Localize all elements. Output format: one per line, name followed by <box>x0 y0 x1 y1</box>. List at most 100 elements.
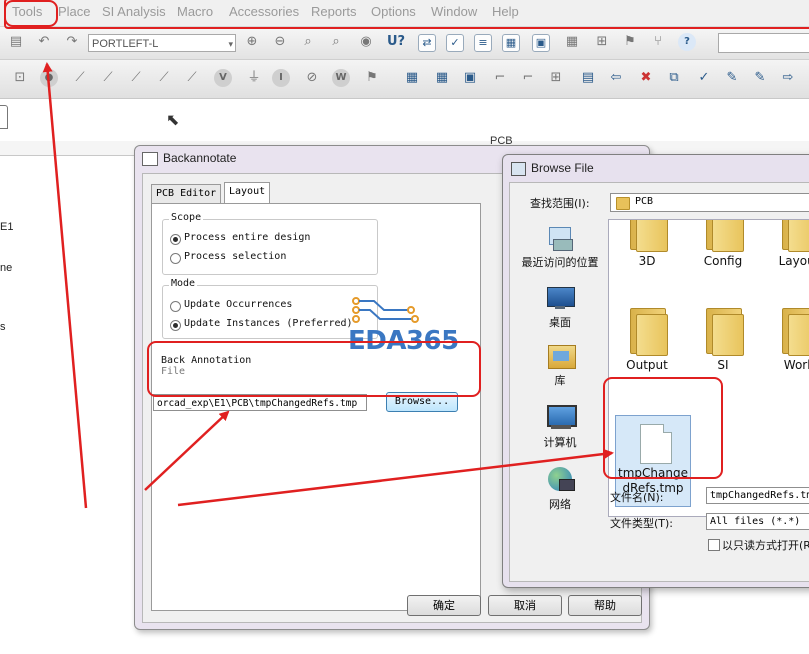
no-connect-icon[interactable]: ⊘ <box>302 68 322 88</box>
folder-item[interactable]: Layout <box>761 220 809 268</box>
folder-item[interactable]: Config <box>685 220 761 268</box>
check-icon[interactable]: ✓ <box>694 68 714 88</box>
snap-icon[interactable]: ⊞ <box>592 32 612 52</box>
desktop-icon <box>545 283 575 311</box>
radio-update-occurrences[interactable] <box>170 301 181 312</box>
folder-name: Output <box>626 358 668 372</box>
place-label: 库 <box>554 374 566 387</box>
net-alias-icon[interactable]: ⟋ <box>126 68 146 88</box>
place-libraries[interactable]: 库 <box>514 341 606 388</box>
entire-design-label: Process entire design <box>184 232 311 243</box>
cancel-button[interactable]: 取消 <box>488 595 562 616</box>
report-icon[interactable]: ≡ <box>474 34 492 52</box>
folder-item[interactable]: Output <box>609 304 685 372</box>
update-instances-label: Update Instances (Preferred) <box>184 318 353 329</box>
folder-name: Config <box>703 254 743 268</box>
bus-entry-icon[interactable]: ⟋ <box>182 68 202 88</box>
place-w-icon[interactable]: W <box>332 69 350 87</box>
grid-icon[interactable]: ▦ <box>562 32 582 52</box>
pcb-edit-icon[interactable]: ▣ <box>460 68 480 88</box>
flag-icon[interactable]: ⚑ <box>620 32 640 52</box>
edit-icon[interactable]: ✎ <box>722 68 742 88</box>
dialog-title: Browse File <box>531 161 594 175</box>
bus-icon[interactable]: ⟋ <box>98 68 118 88</box>
place-desktop[interactable]: 桌面 <box>514 283 606 330</box>
netlist-icon[interactable]: ⇄ <box>418 34 436 52</box>
tree-item[interactable]: ne <box>0 262 12 274</box>
radio-update-instances[interactable] <box>170 320 181 331</box>
zoom-out-icon[interactable]: ⊖ <box>270 32 290 52</box>
undo-icon[interactable]: ↶ <box>34 32 54 52</box>
place-label: 桌面 <box>549 316 571 329</box>
part-combo[interactable]: PORTLEFT-L ▾ <box>88 34 236 52</box>
place-vcc-icon[interactable]: V <box>214 69 232 87</box>
recent-places-icon <box>545 223 575 251</box>
pcb-icon[interactable]: ▦ <box>402 68 422 88</box>
folder-item[interactable]: Work <box>761 304 809 372</box>
window-icon <box>142 152 158 166</box>
folder-icon <box>702 220 744 252</box>
file-type-select[interactable]: All files (*.*) <box>706 513 809 530</box>
folder-icon <box>616 197 630 210</box>
off-page-icon[interactable]: ⚑ <box>362 68 382 88</box>
dialog-title: Backannotate <box>163 151 237 165</box>
cross-ref-icon[interactable]: ▣ <box>532 34 550 52</box>
layout-icon[interactable]: ⌐ <box>518 68 538 88</box>
export-icon[interactable]: ▤ <box>578 68 598 88</box>
ok-button[interactable]: 确定 <box>407 595 481 616</box>
copy-icon[interactable]: ⧉ <box>664 68 684 88</box>
place-computer[interactable]: 计算机 <box>514 403 606 450</box>
mode-group: Mode Update Occurrences Update Instances… <box>162 278 378 339</box>
folder-icon <box>626 220 668 252</box>
plot-icon[interactable]: ⊞ <box>546 68 566 88</box>
radio-entire-design[interactable] <box>170 234 181 245</box>
clipboard-icon[interactable]: ▤ <box>6 32 26 52</box>
place-part-icon[interactable]: ⊡ <box>10 68 30 88</box>
look-in-label: 查找范围(I): <box>530 197 590 210</box>
next-icon[interactable]: ⇨ <box>778 68 798 88</box>
hierarchy-icon[interactable]: ⑂ <box>648 32 668 52</box>
pcb-update-icon[interactable]: ▦ <box>432 68 452 88</box>
zoom-in-icon[interactable]: ⊕ <box>242 32 262 52</box>
file-name-input[interactable]: tmpChangedRefs.tmp <box>706 487 809 504</box>
zoom-area-icon[interactable]: ⌕ <box>298 32 318 52</box>
readonly-checkbox[interactable] <box>708 539 720 551</box>
chevron-down-icon: ▾ <box>228 39 233 49</box>
bom-icon[interactable]: ▦ <box>502 34 520 52</box>
place-network[interactable]: 网络 <box>514 465 606 512</box>
ground-icon[interactable]: ⏚ <box>244 68 264 88</box>
radio-selection[interactable] <box>170 253 181 264</box>
update-occurrences-label: Update Occurrences <box>184 299 293 310</box>
wire-view-icon[interactable]: ⌐ <box>490 68 510 88</box>
folder-item[interactable]: 3D <box>609 220 685 268</box>
folder-item[interactable]: SI <box>685 304 761 372</box>
note-icon[interactable]: ✎ <box>750 68 770 88</box>
tab-pcb-editor[interactable]: PCB Editor <box>151 184 222 203</box>
help-button[interactable]: 帮助 <box>568 595 642 616</box>
readonly-label: 以只读方式打开(R) <box>722 539 809 552</box>
look-in-select[interactable]: PCB <box>610 193 809 212</box>
drc-icon[interactable]: U? <box>386 32 406 52</box>
scope-group: Scope Process entire design Process sele… <box>162 212 378 275</box>
toolbar-search-input[interactable] <box>718 33 809 53</box>
toolbar-draw: ⊡ ● ⟋ ⟋ ⟋ ⟋ ⟋ V ⏚ I ⊘ W ⚑ ▦ ▦ ▣ ⌐ ⌐ ⊞ ▤ … <box>0 60 809 99</box>
tab-layout[interactable]: Layout <box>224 182 271 204</box>
folder-icon <box>778 220 809 252</box>
document-tab[interactable] <box>0 105 8 129</box>
place-port-icon[interactable]: I <box>272 69 290 87</box>
tree-item[interactable]: E1 <box>0 221 13 233</box>
import-icon[interactable]: ⇦ <box>606 68 626 88</box>
cart-icon[interactable]: ✖ <box>636 68 656 88</box>
libraries-icon <box>545 341 576 369</box>
redo-icon[interactable]: ↷ <box>62 32 82 52</box>
wire-icon[interactable]: ⟋ <box>70 68 90 88</box>
junction-icon[interactable]: ⟋ <box>154 68 174 88</box>
help-icon[interactable]: ? <box>678 33 696 51</box>
place-recent[interactable]: 最近访问的位置 <box>514 223 606 270</box>
annotate-icon[interactable]: ✓ <box>446 34 464 52</box>
folder-icon <box>626 304 668 356</box>
tree-item[interactable]: s <box>0 321 6 333</box>
place-power-icon[interactable]: ● <box>40 69 58 87</box>
view-icon[interactable]: ◉ <box>356 32 376 52</box>
zoom-all-icon[interactable]: ⌕ <box>326 32 346 52</box>
